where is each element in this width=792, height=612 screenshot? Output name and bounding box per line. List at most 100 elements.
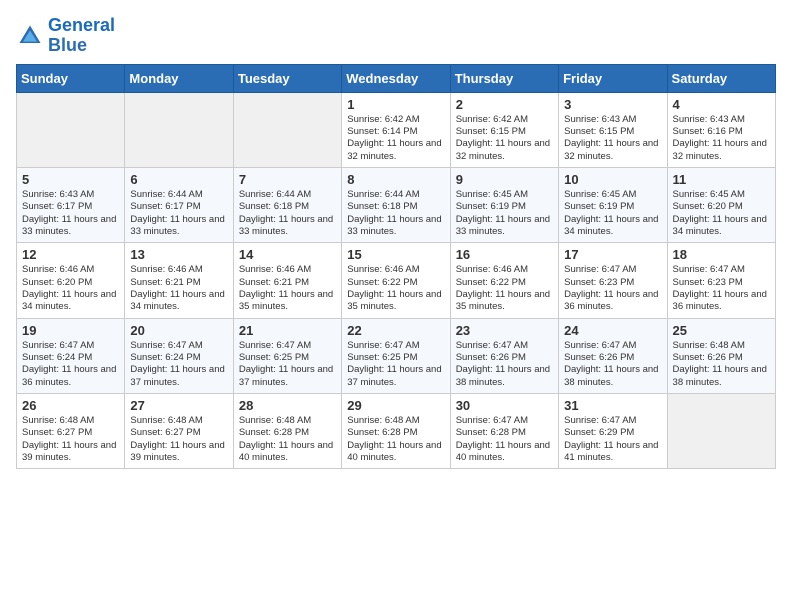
day-info: Daylight: 11 hours and 37 minutes. [130, 364, 227, 389]
day-info: Daylight: 11 hours and 33 minutes. [347, 214, 444, 239]
calendar-cell: 18Sunrise: 6:47 AMSunset: 6:23 PMDayligh… [667, 243, 775, 318]
day-info: Sunrise: 6:46 AM [22, 264, 119, 276]
day-info: Daylight: 11 hours and 33 minutes. [456, 214, 553, 239]
day-number: 12 [22, 247, 119, 262]
calendar-cell: 13 Sunrise: 6:46 AMSunset: 6:21 PMDayligh… [125, 243, 233, 318]
col-header-wednesday: Wednesday [342, 64, 450, 92]
day-number: 7 [239, 172, 336, 187]
day-number: 1 [347, 97, 444, 112]
day-info: Sunset: 6:21 PM [130, 277, 227, 289]
day-number: 13 [130, 247, 227, 262]
day-number: 20 [130, 323, 227, 338]
day-info: Sunrise: 6:46 AM [456, 264, 553, 276]
day-info: Daylight: 11 hours and 35 minutes. [347, 289, 444, 314]
day-info: Sunset: 6:27 PM [22, 427, 119, 439]
calendar-cell: 9Sunrise: 6:45 AMSunset: 6:19 PMDaylight… [450, 167, 558, 242]
day-info: Sunset: 6:20 PM [22, 277, 119, 289]
day-info: Sunset: 6:26 PM [673, 352, 770, 364]
day-info: Daylight: 11 hours and 37 minutes. [347, 364, 444, 389]
day-info: Daylight: 11 hours and 39 minutes. [130, 440, 227, 465]
day-info: Sunrise: 6:44 AM [347, 189, 444, 201]
day-number: 26 [22, 398, 119, 413]
day-info: Sunset: 6:22 PM [347, 277, 444, 289]
calendar-week-2: 12Sunrise: 6:46 AMSunset: 6:20 PMDayligh… [17, 243, 776, 318]
day-info: Sunset: 6:18 PM [347, 201, 444, 213]
day-info: Sunset: 6:17 PM [130, 201, 227, 213]
day-info: Sunrise: 6:48 AM [673, 340, 770, 352]
calendar-cell: 25Sunrise: 6:48 AMSunset: 6:26 PMDayligh… [667, 318, 775, 393]
day-info: Sunset: 6:20 PM [673, 201, 770, 213]
calendar-cell: 30Sunrise: 6:47 AMSunset: 6:28 PMDayligh… [450, 394, 558, 469]
day-info: Daylight: 11 hours and 38 minutes. [564, 364, 661, 389]
page-header: General Blue [16, 16, 776, 56]
day-number: 9 [456, 172, 553, 187]
calendar-cell: 29Sunrise: 6:48 AMSunset: 6:28 PMDayligh… [342, 394, 450, 469]
day-number: 19 [22, 323, 119, 338]
day-info: Sunset: 6:15 PM [456, 126, 553, 138]
day-info: Sunrise: 6:48 AM [22, 415, 119, 427]
day-info: Daylight: 11 hours and 34 minutes. [673, 214, 770, 239]
day-info: Sunrise: 6:43 AM [22, 189, 119, 201]
day-info: Sunrise: 6:47 AM [22, 340, 119, 352]
day-info: Sunrise: 6:48 AM [130, 415, 227, 427]
calendar-cell: 10Sunrise: 6:45 AMSunset: 6:19 PMDayligh… [559, 167, 667, 242]
col-header-friday: Friday [559, 64, 667, 92]
calendar-table: SundayMondayTuesdayWednesdayThursdayFrid… [16, 64, 776, 470]
day-number: 21 [239, 323, 336, 338]
day-info: Sunrise: 6:48 AM [239, 415, 336, 427]
day-info: Sunrise: 6:45 AM [456, 189, 553, 201]
day-info: Sunrise: 6:47 AM [564, 264, 661, 276]
day-info: Sunrise: 6:47 AM [239, 340, 336, 352]
day-info: Sunrise: 6:42 AM [347, 114, 444, 126]
day-number: 28 [239, 398, 336, 413]
calendar-cell: 1Sunrise: 6:42 AMSunset: 6:14 PMDaylight… [342, 92, 450, 167]
day-info: Sunset: 6:25 PM [347, 352, 444, 364]
day-number: 30 [456, 398, 553, 413]
day-info: Daylight: 11 hours and 35 minutes. [239, 289, 336, 314]
calendar-cell: 22Sunrise: 6:47 AMSunset: 6:25 PMDayligh… [342, 318, 450, 393]
day-info: Daylight: 11 hours and 36 minutes. [22, 364, 119, 389]
day-number: 8 [347, 172, 444, 187]
calendar-cell: 31Sunrise: 6:47 AMSunset: 6:29 PMDayligh… [559, 394, 667, 469]
calendar-week-4: 26Sunrise: 6:48 AMSunset: 6:27 PMDayligh… [17, 394, 776, 469]
day-info: Sunrise: 6:47 AM [673, 264, 770, 276]
calendar-week-0: 1Sunrise: 6:42 AMSunset: 6:14 PMDaylight… [17, 92, 776, 167]
day-info: Daylight: 11 hours and 34 minutes. [130, 289, 227, 314]
day-info: Sunset: 6:26 PM [456, 352, 553, 364]
day-info: Daylight: 11 hours and 40 minutes. [456, 440, 553, 465]
day-number: 18 [673, 247, 770, 262]
day-number: 3 [564, 97, 661, 112]
calendar-cell: 4Sunrise: 6:43 AMSunset: 6:16 PMDaylight… [667, 92, 775, 167]
day-number: 23 [456, 323, 553, 338]
calendar-cell: 21Sunrise: 6:47 AMSunset: 6:25 PMDayligh… [233, 318, 341, 393]
day-info: Daylight: 11 hours and 40 minutes. [347, 440, 444, 465]
day-info: Sunrise: 6:47 AM [456, 415, 553, 427]
day-info: Daylight: 11 hours and 41 minutes. [564, 440, 661, 465]
calendar-cell: 24Sunrise: 6:47 AMSunset: 6:26 PMDayligh… [559, 318, 667, 393]
day-number: 24 [564, 323, 661, 338]
day-info: Sunrise: 6:47 AM [347, 340, 444, 352]
calendar-cell: 16Sunrise: 6:46 AMSunset: 6:22 PMDayligh… [450, 243, 558, 318]
day-info: Daylight: 11 hours and 33 minutes. [239, 214, 336, 239]
day-info: Daylight: 11 hours and 40 minutes. [239, 440, 336, 465]
calendar-cell: 6Sunrise: 6:44 AMSunset: 6:17 PMDaylight… [125, 167, 233, 242]
day-info: Sunrise: 6:46 AM [130, 264, 227, 276]
day-info: Sunset: 6:17 PM [22, 201, 119, 213]
day-info: Sunrise: 6:46 AM [347, 264, 444, 276]
day-info: Sunrise: 6:48 AM [347, 415, 444, 427]
day-number: 2 [456, 97, 553, 112]
day-info: Daylight: 11 hours and 32 minutes. [347, 138, 444, 163]
day-number: 17 [564, 247, 661, 262]
calendar-cell: 19 Sunrise: 6:47 AMSunset: 6:24 PMDayligh… [17, 318, 125, 393]
day-info: Sunset: 6:24 PM [22, 352, 119, 364]
day-number: 6 [130, 172, 227, 187]
calendar-cell: 7Sunrise: 6:44 AMSunset: 6:18 PMDaylight… [233, 167, 341, 242]
calendar-cell [125, 92, 233, 167]
calendar-cell: 5Sunrise: 6:43 AMSunset: 6:17 PMDaylight… [17, 167, 125, 242]
day-number: 29 [347, 398, 444, 413]
day-info: Sunset: 6:16 PM [673, 126, 770, 138]
col-header-saturday: Saturday [667, 64, 775, 92]
day-info: Sunrise: 6:42 AM [456, 114, 553, 126]
calendar-cell: 8 Sunrise: 6:44 AMSunset: 6:18 PMDaylight… [342, 167, 450, 242]
day-number: 4 [673, 97, 770, 112]
